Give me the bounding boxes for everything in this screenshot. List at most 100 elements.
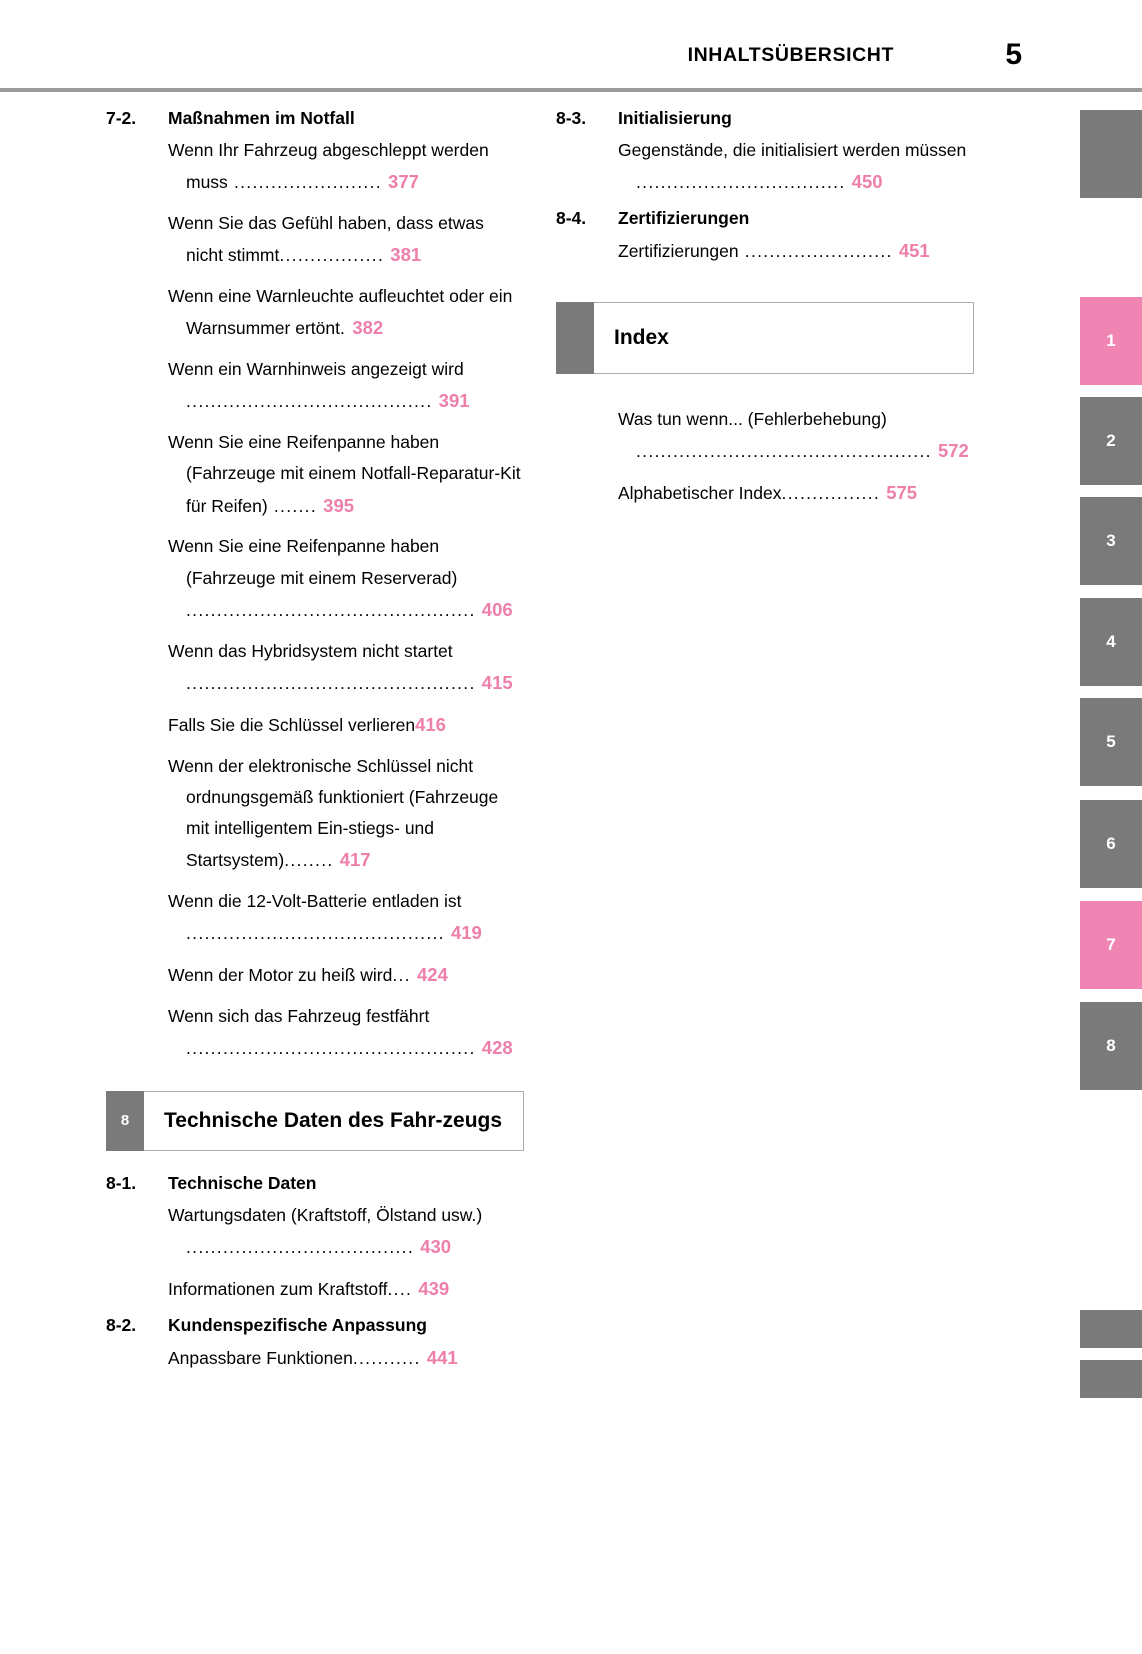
page-title: INHALTSÜBERSICHT	[687, 44, 894, 66]
toc-entry-body: Informationen zum Kraftstoff.... 439	[168, 1273, 524, 1306]
toc-entry-page-number[interactable]: 377	[388, 171, 419, 192]
toc-section-number: 8-3.	[556, 108, 587, 128]
toc-entry-body: Anpassbare Funktionen........... 441	[168, 1342, 524, 1375]
toc-entry-text: Wenn ein Warnhinweis angezeigt wird	[168, 359, 464, 380]
toc-entry[interactable]: Wenn Sie eine Reifenpanne haben (Fahrzeu…	[106, 427, 524, 522]
toc-entry-leader: ........................................…	[186, 1038, 482, 1059]
toc-entry[interactable]: Wenn der Motor zu heiß wird... 424	[106, 959, 524, 992]
toc-entry-text: Zertifizierungen	[618, 241, 739, 262]
toc-entry-body: Wenn der elektronische Schlüssel nicht o…	[168, 751, 524, 877]
toc-entry-page-number[interactable]: 572	[938, 440, 969, 461]
toc-entry-page-number[interactable]: 391	[439, 390, 470, 411]
toc-entry[interactable]: Wenn Sie das Gefühl haben, dass etwas ni…	[106, 208, 524, 272]
toc-entry-page-number[interactable]: 395	[323, 495, 354, 516]
toc-entry-body: Gegenstände, die initialisiert werden mü…	[618, 135, 974, 199]
toc-entry-leader: ...........	[352, 1347, 427, 1368]
toc-entry-page-number[interactable]: 381	[390, 244, 421, 265]
toc-entry-text: Anpassbare Funktionen	[168, 1347, 353, 1368]
toc-entry-page-number[interactable]: 406	[482, 599, 513, 620]
toc-entry[interactable]: Wenn Ihr Fahrzeug abgeschleppt werden mu…	[106, 135, 524, 199]
toc-entry[interactable]: Wenn der elektronische Schlüssel nicht o…	[106, 751, 524, 877]
toc-section-title: Technische Daten	[168, 1172, 317, 1193]
thumb-tab-blank-9[interactable]	[1080, 1310, 1142, 1348]
thumb-tab-3[interactable]: 3	[1080, 497, 1142, 585]
toc-entry-page-number[interactable]: 439	[418, 1278, 449, 1299]
toc-entry-leader: ........................................…	[186, 599, 482, 620]
index-box-title: Index	[614, 325, 669, 349]
toc-entry-page-number[interactable]: 415	[482, 672, 513, 693]
toc-entry-leader: ........................................…	[636, 440, 938, 461]
toc-entry[interactable]: Informationen zum Kraftstoff.... 439	[106, 1273, 524, 1306]
thumb-tab-7[interactable]: 7	[1080, 901, 1142, 989]
toc-entry-leader: ...	[392, 965, 418, 986]
toc-entry-leader: ........................................	[186, 391, 439, 412]
toc-entry[interactable]: Was tun wenn... (Fehlerbehebung) .......…	[556, 404, 974, 468]
toc-entry-body: Alphabetischer Index................ 575	[618, 477, 974, 510]
toc-entry-body: Wenn die 12-Volt-Batterie entladen ist .…	[168, 886, 524, 950]
thumb-index-tab-strip: 1 2 3 4 5 6 7 8	[1080, 0, 1142, 1654]
chapter-box-number: 8	[106, 1091, 144, 1151]
toc-entry-page-number[interactable]: 441	[427, 1347, 458, 1368]
toc-entry-text: Wenn das Hybridsystem nicht startet	[168, 640, 453, 661]
toc-entry-body: Wenn Sie eine Reifenpanne haben (Fahrzeu…	[168, 427, 524, 522]
toc-entry-page-number[interactable]: 382	[352, 317, 383, 338]
index-box[interactable]: Index	[556, 301, 974, 374]
toc-entry-leader: .......	[267, 495, 324, 516]
toc-entry[interactable]: Anpassbare Funktionen........... 441	[106, 1342, 524, 1375]
toc-entry-body: Wenn Sie eine Reifenpanne haben (Fahrzeu…	[168, 531, 524, 626]
thumb-tab-4[interactable]: 4	[1080, 598, 1142, 686]
toc-entry-text: Wenn sich das Fahrzeug festfährt	[168, 1005, 430, 1026]
toc-entry[interactable]: Alphabetischer Index................ 575	[556, 477, 974, 510]
toc-entry-page-number[interactable]: 575	[886, 482, 917, 503]
toc-entry-body: Zertifizierungen .......................…	[618, 235, 974, 268]
toc-entry-body: Wenn eine Warnleuchte aufleuchtet oder e…	[168, 281, 524, 345]
thumb-tab-5[interactable]: 5	[1080, 698, 1142, 786]
thumb-tab-1[interactable]: 1	[1080, 297, 1142, 385]
toc-entry-page-number[interactable]: 417	[340, 849, 371, 870]
toc-entry-text: Informationen zum Kraftstoff	[168, 1278, 388, 1299]
header-divider	[0, 88, 1142, 92]
toc-entry-page-number[interactable]: 419	[451, 922, 482, 943]
toc-entry[interactable]: Wenn die 12-Volt-Batterie entladen ist .…	[106, 886, 524, 950]
toc-entry[interactable]: Wartungsdaten (Kraftstoff, Ölstand usw.)…	[106, 1200, 524, 1264]
thumb-tab-blank-0[interactable]	[1080, 110, 1142, 198]
toc-entry-page-number[interactable]: 450	[852, 171, 883, 192]
toc-entry[interactable]: Gegenstände, die initialisiert werden mü…	[556, 135, 974, 199]
chapter-box-body: Technische Daten des Fahr-zeugs	[144, 1091, 524, 1151]
toc-entry[interactable]: Zertifizierungen .......................…	[556, 235, 974, 268]
toc-entry[interactable]: Wenn das Hybridsystem nicht startet ....…	[106, 636, 524, 700]
toc-section-number: 8-2.	[106, 1314, 137, 1335]
toc-entry-leader: ........................................…	[186, 672, 482, 693]
toc-entry-text: Alphabetischer Index	[618, 482, 782, 503]
thumb-tab-6[interactable]: 6	[1080, 800, 1142, 888]
thumb-tab-2[interactable]: 2	[1080, 397, 1142, 485]
toc-entry[interactable]: Wenn sich das Fahrzeug festfährt .......…	[106, 1001, 524, 1065]
toc-entry-leader: ..................................	[636, 172, 852, 193]
toc-section-title: Kundenspezifische Anpassung	[168, 1314, 427, 1335]
toc-entry[interactable]: Wenn Sie eine Reifenpanne haben (Fahrzeu…	[106, 531, 524, 626]
toc-entry-page-number[interactable]: 428	[482, 1037, 513, 1058]
toc-entry[interactable]: Wenn ein Warnhinweis angezeigt wird ....…	[106, 354, 524, 418]
toc-entry-page-number[interactable]: 430	[420, 1236, 451, 1257]
toc-section-title: Zertifizierungen	[618, 208, 750, 229]
toc-entry-page-number[interactable]: 424	[417, 964, 448, 985]
toc-entry-text: Wartungsdaten (Kraftstoff, Ölstand usw.)	[168, 1204, 483, 1225]
chapter-box[interactable]: 8 Technische Daten des Fahr-zeugs	[106, 1091, 524, 1151]
page-number: 5	[1005, 38, 1022, 71]
toc-entry-body: Wenn Ihr Fahrzeug abgeschleppt werden mu…	[168, 135, 524, 199]
toc-section-heading: 8-1. Technische Daten	[106, 1173, 524, 1194]
toc-entry-leader: ........................	[227, 172, 389, 193]
toc-entry[interactable]: Wenn eine Warnleuchte aufleuchtet oder e…	[106, 281, 524, 345]
toc-entry-leader: ................	[781, 482, 887, 503]
toc-entry[interactable]: Falls Sie die Schlüssel verlieren416	[106, 709, 524, 742]
toc-entry-page-number[interactable]: 416	[415, 714, 446, 735]
toc-right-column: 8-3. Initialisierung Gegenstände, die init…	[556, 104, 974, 519]
thumb-tab-blank-10[interactable]	[1080, 1360, 1142, 1398]
toc-section-number: 8-1.	[106, 1172, 137, 1193]
page-header: INHALTSÜBERSICHT 5	[0, 0, 1142, 92]
toc-section-heading: 8-2. Kundenspezifische Anpassung	[106, 1315, 524, 1336]
toc-entry-body: Wenn sich das Fahrzeug festfährt .......…	[168, 1001, 524, 1065]
toc-entry-leader: ....	[387, 1278, 419, 1299]
thumb-tab-8[interactable]: 8	[1080, 1002, 1142, 1090]
toc-entry-page-number[interactable]: 451	[899, 240, 930, 261]
